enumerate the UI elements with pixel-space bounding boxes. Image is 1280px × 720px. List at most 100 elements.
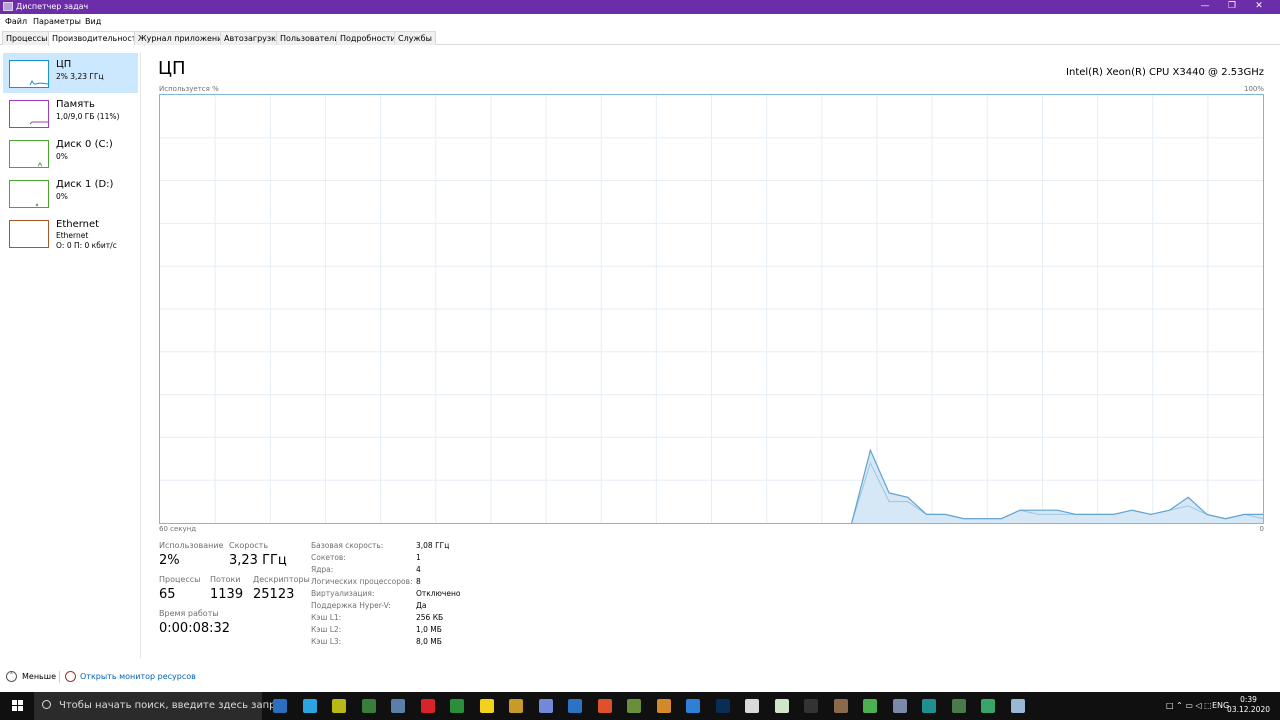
menu-bar: Файл Параметры Вид (0, 14, 1280, 30)
tab-details[interactable]: Подробности (336, 31, 400, 45)
sidebar-item-adapter: Ethernet (56, 231, 89, 240)
tab-bar: Процессы Производительность Журнал прило… (0, 31, 1280, 46)
console-app-icon[interactable] (951, 699, 966, 713)
utorrent-icon[interactable] (863, 699, 877, 713)
ethernet-thumbnail (9, 220, 49, 248)
graph-y-max: 100% (1243, 85, 1264, 93)
speed-value: 3,23 ГГц (229, 553, 287, 568)
clock-time: 0:39 (1240, 695, 1257, 704)
base-speed-label: Базовая скорость: (311, 541, 384, 550)
close-button[interactable]: ✕ (1246, 0, 1272, 14)
terminal-icon[interactable] (361, 699, 376, 713)
cpu-model-name: Intel(R) Xeon(R) CPU X3440 @ 2.53GHz (1066, 67, 1264, 78)
microphone-icon[interactable] (597, 699, 612, 713)
processes-value: 65 (159, 587, 176, 602)
cores-label: Ядра: (311, 565, 334, 574)
footer-divider (59, 671, 60, 683)
blue-app-icon[interactable] (686, 699, 700, 713)
start-button[interactable] (0, 692, 34, 720)
sidebar-item-disk0[interactable]: Диск 0 (C:) 0% (3, 133, 138, 173)
emoji-app-icon[interactable] (479, 699, 494, 713)
bg-app-icon[interactable] (981, 699, 995, 713)
menu-options[interactable]: Параметры (33, 17, 81, 27)
disk1-thumbnail-graph (35, 202, 39, 207)
taskbar-clock[interactable]: 0:39 03.12.2020 (1227, 695, 1270, 715)
windows-logo-icon (12, 706, 17, 711)
logical-processors-label: Логических процессоров: (311, 577, 413, 586)
tab-performance[interactable]: Производительность (48, 31, 146, 46)
tracker-icon[interactable] (568, 699, 582, 713)
xbox-icon[interactable] (450, 699, 464, 713)
performance-sidebar: ЦП 2% 3,23 ГГц Память 1,0/9,0 ГБ (11%) Д… (0, 52, 141, 658)
graph-y-label: Используется % (159, 85, 219, 93)
sockets-label: Сокетов: (311, 553, 346, 562)
tab-users[interactable]: Пользователи (276, 31, 344, 45)
disk1-thumbnail (9, 180, 49, 208)
cpu-usage-graph (159, 94, 1264, 524)
usage-value: 2% (159, 553, 180, 568)
discord-icon[interactable] (538, 699, 553, 713)
title-bar: Диспетчер задач — ❐ ✕ (0, 0, 1280, 14)
virtualization-label: Виртуализация: (311, 589, 375, 598)
sidebar-item-cpu[interactable]: ЦП 2% 3,23 ГГц (3, 53, 138, 93)
open-resource-monitor-link[interactable]: Открыть монитор ресурсов (80, 672, 196, 681)
cache-l3-value: 8,0 МБ (416, 637, 442, 646)
clock-date: 03.12.2020 (1227, 705, 1270, 714)
tab-app-history[interactable]: Журнал приложений (134, 31, 232, 45)
taskbar-search-box[interactable]: Чтобы начать поиск, введите здесь запрос (34, 692, 287, 720)
task-manager-icon[interactable] (1010, 699, 1025, 713)
sidebar-item-memory[interactable]: Память 1,0/9,0 ГБ (11%) (3, 93, 138, 133)
sidebar-item-label: Диск 1 (D:) (56, 179, 114, 190)
fewer-details-button[interactable]: Меньше (22, 672, 56, 681)
sidebar-item-label: Диск 0 (C:) (56, 139, 113, 150)
resource-monitor-icon (65, 671, 76, 682)
opera-icon[interactable] (420, 699, 435, 713)
tab-processes[interactable]: Процессы (2, 31, 52, 45)
cpu-thumbnail (9, 60, 49, 88)
graph-x-left-label: 60 секунд (159, 525, 197, 533)
graph-x-right-label: 0 (1259, 525, 1264, 533)
tshirt-app-icon[interactable] (774, 699, 789, 713)
speed-label: Скорость (229, 541, 269, 550)
cpu-usage-chart (160, 95, 1263, 523)
sidebar-item-value: 1,0/9,0 ГБ (11%) (56, 112, 120, 121)
virtualization-value: Отключено (416, 589, 461, 598)
monitor-app-icon[interactable] (922, 699, 936, 713)
cache-l2-value: 1,0 МБ (416, 625, 442, 634)
steam-icon[interactable] (391, 699, 405, 713)
memory-thumbnail-graph (29, 121, 48, 125)
photoshop-icon[interactable] (715, 699, 730, 713)
sidebar-item-disk1[interactable]: Диск 1 (D:) 0% (3, 173, 138, 213)
window-title: Диспетчер задач (16, 2, 89, 11)
minimize-button[interactable]: — (1192, 0, 1218, 14)
banana-app-icon[interactable] (509, 699, 523, 713)
windows-app-icon[interactable] (892, 699, 907, 713)
search-placeholder: Чтобы начать поиск, введите здесь запрос (59, 700, 288, 711)
sidebar-item-label: ЦП (56, 59, 72, 70)
sidebar-item-ethernet[interactable]: Ethernet Ethernet О: 0 П: 0 кбит/с (3, 213, 138, 259)
cache-l2-label: Кэш L2: (311, 625, 342, 634)
logical-processors-value: 8 (416, 577, 421, 586)
yellow-app-icon[interactable] (332, 699, 346, 713)
menu-view[interactable]: Вид (85, 17, 101, 27)
minecraft-icon[interactable] (627, 699, 641, 713)
epic-games-icon[interactable] (804, 699, 818, 713)
menu-file[interactable]: Файл (5, 17, 27, 27)
paper-app-icon[interactable] (745, 699, 759, 713)
tray-icons[interactable]: □ ⌃ ▭ ◁ ⬚ (1166, 701, 1212, 710)
cache-l1-value: 256 КБ (416, 613, 444, 622)
screenshot-tool-icon[interactable] (273, 699, 287, 713)
telegram-icon[interactable] (302, 699, 317, 713)
game-app-icon[interactable] (656, 699, 671, 713)
uptime-label: Время работы (159, 609, 219, 618)
tab-services[interactable]: Службы (394, 31, 436, 45)
taskbar: Чтобы начать поиск, введите здесь запрос… (0, 692, 1280, 720)
maximize-button[interactable]: ❐ (1219, 0, 1245, 14)
cache-l1-label: Кэш L1: (311, 613, 342, 622)
cpu-thumbnail-graph (29, 80, 49, 86)
processes-label: Процессы (159, 575, 201, 584)
chevron-up-icon[interactable]: ˄ (6, 671, 17, 682)
sidebar-item-value: 2% 3,23 ГГц (56, 72, 104, 81)
hyperv-label: Поддержка Hyper-V: (311, 601, 391, 610)
cat-app-icon[interactable] (833, 699, 848, 713)
